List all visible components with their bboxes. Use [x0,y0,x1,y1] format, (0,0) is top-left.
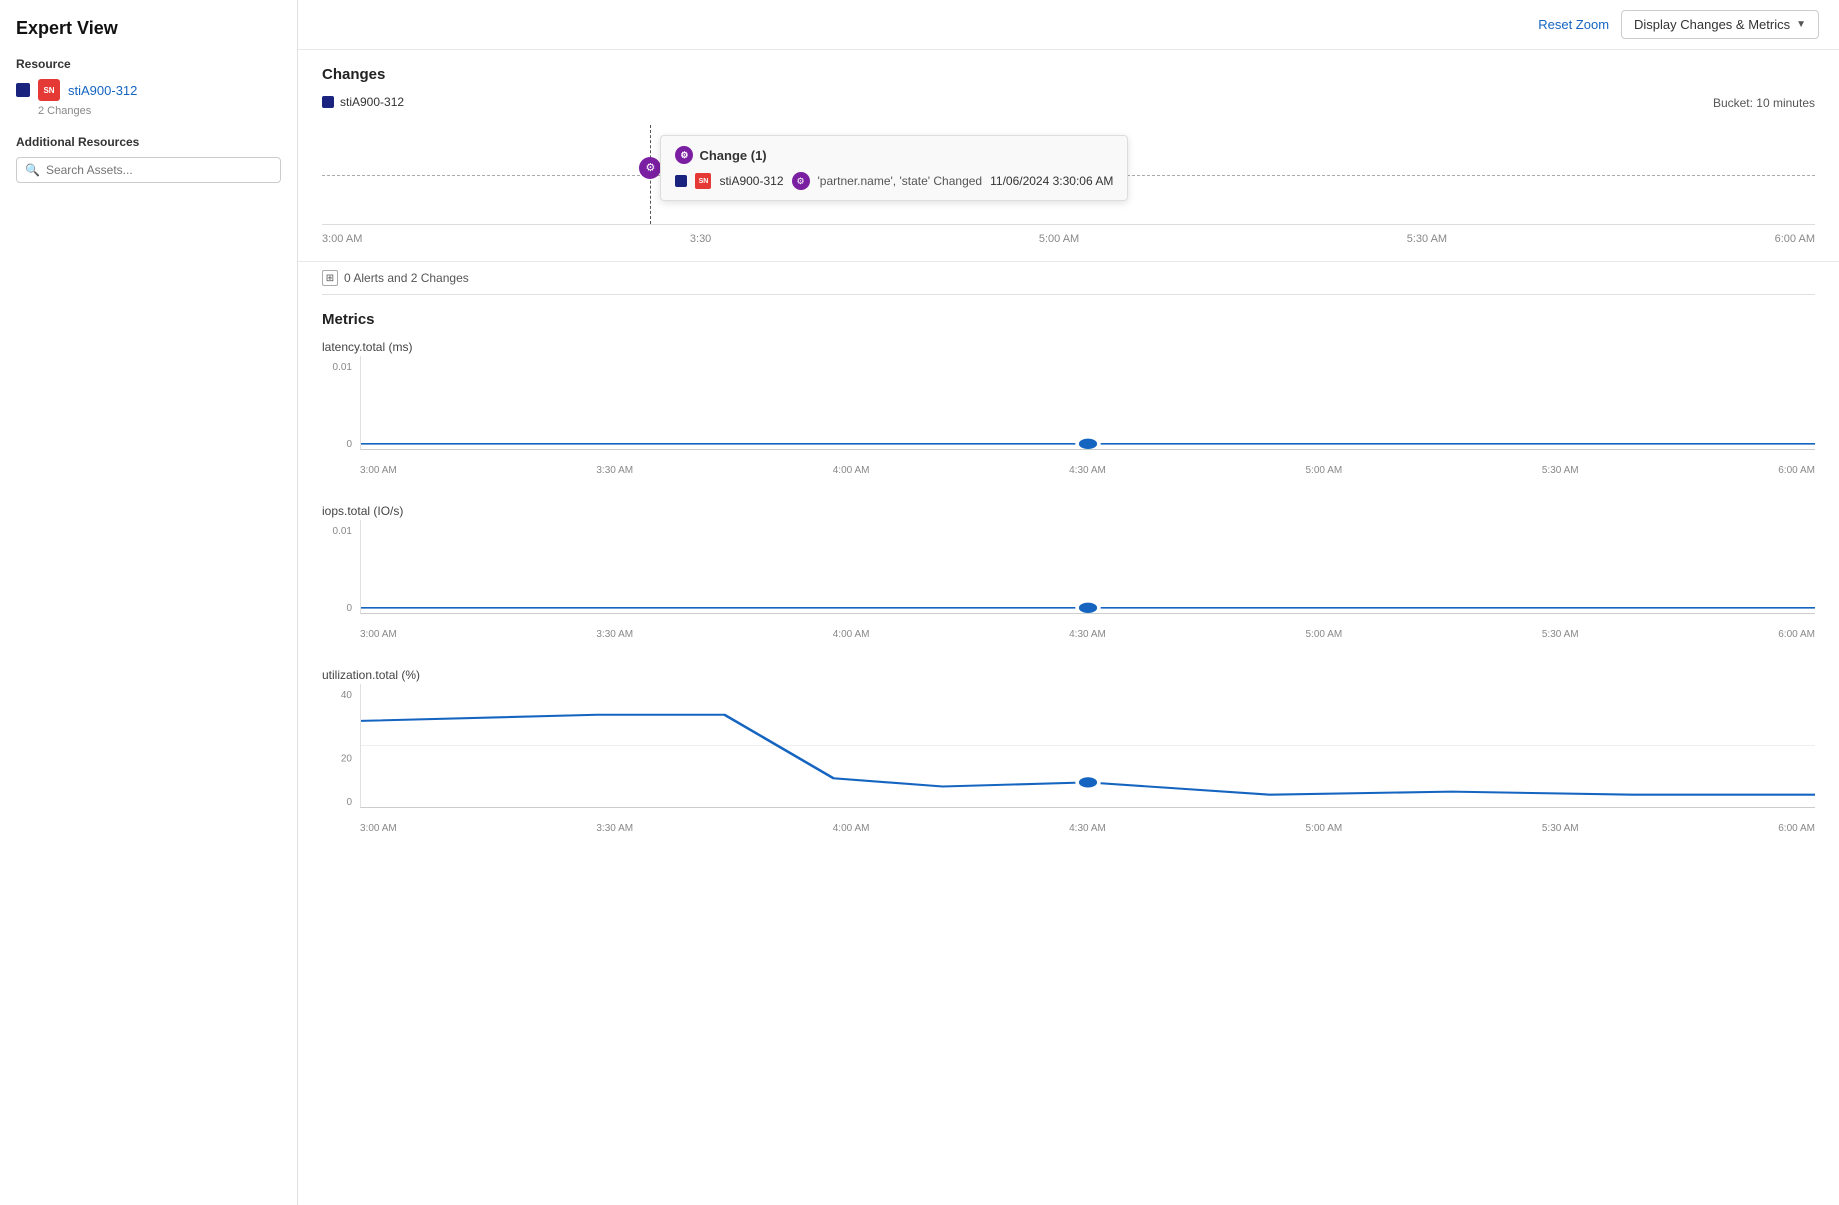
legend-label: stiA900-312 [340,95,404,109]
chevron-down-icon: ▼ [1796,19,1806,30]
utilization-svg [361,684,1815,807]
resource-icon-sn: SN [38,79,60,101]
tooltip-change-icon: ⚙ [675,146,693,164]
time-label-1: 3:30 [690,233,711,245]
utilization-chart-area: 40 20 0 3:00 AM 3:30 AM 4:0 [322,684,1815,834]
alerts-bar: ⊞ 0 Alerts and 2 Changes [298,261,1839,294]
iops-t3: 4:30 AM [1069,629,1106,640]
alerts-text: 0 Alerts and 2 Changes [344,271,469,285]
tooltip-row: SN stiA900-312 ⚙ 'partner.name', 'state'… [675,172,1113,190]
bucket-info: Bucket: 10 minutes [1713,96,1815,110]
tooltip-title: ⚙ Change (1) [675,146,1113,164]
iops-chart-inner [360,520,1815,614]
iops-title: iops.total (IO/s) [322,504,1815,518]
utilization-chart-block: utilization.total (%) 40 20 0 [322,668,1815,834]
util-y-mid: 20 [322,754,352,765]
latency-y-top: 0.01 [322,362,352,373]
sidebar: Expert View Resource SN stiA900-312 2 Ch… [0,0,298,1205]
latency-chart-inner [360,356,1815,450]
iops-t2: 4:00 AM [833,629,870,640]
latency-title: latency.total (ms) [322,340,1815,354]
display-changes-button[interactable]: Display Changes & Metrics ▼ [1621,10,1819,39]
tooltip-changed-text: 'partner.name', 'state' Changed [818,174,983,188]
iops-t0: 3:00 AM [360,629,397,640]
header-bar: Reset Zoom Display Changes & Metrics ▼ [298,0,1839,50]
latency-svg [361,356,1815,449]
time-label-2: 5:00 AM [1039,233,1079,245]
expand-icon[interactable]: ⊞ [322,270,338,286]
metrics-title: Metrics [322,311,1815,328]
iops-chart-block: iops.total (IO/s) 0.01 0 3:00 AM 3:30 AM… [322,504,1815,640]
changes-chart: ⚙ ⚙ ⚙ Change (1) SN stiA900-312 ⚙ 'partn… [322,125,1815,225]
iops-t4: 5:00 AM [1306,629,1343,640]
search-icon: 🔍 [25,163,40,177]
iops-time-axis: 3:00 AM 3:30 AM 4:00 AM 4:30 AM 5:00 AM … [360,629,1815,640]
util-t2: 4:00 AM [833,823,870,834]
latency-chart-block: latency.total (ms) 0.01 0 3:00 AM 3:30 A… [322,340,1815,476]
time-label-4: 6:00 AM [1775,233,1815,245]
latency-t3: 4:30 AM [1069,465,1106,476]
time-label-3: 5:30 AM [1407,233,1447,245]
tooltip-square [675,175,687,187]
resource-changes-count: 2 Changes [38,105,281,117]
latency-time-axis: 3:00 AM 3:30 AM 4:00 AM 4:30 AM 5:00 AM … [360,465,1815,476]
iops-t1: 3:30 AM [596,629,633,640]
metrics-section: Metrics latency.total (ms) 0.01 0 [298,295,1839,834]
display-changes-label: Display Changes & Metrics [1634,17,1790,32]
tooltip-change-type-icon: ⚙ [792,172,810,190]
changes-section: Changes stiA900-312 Bucket: 10 minutes ⚙… [298,50,1839,261]
latency-t4: 5:00 AM [1306,465,1343,476]
latency-chart-area: 0.01 0 3:00 AM 3:30 AM 4:00 AM 4:30 AM 5… [322,356,1815,476]
util-y-top: 40 [322,690,352,701]
iops-y-top: 0.01 [322,526,352,537]
latency-t5: 5:30 AM [1542,465,1579,476]
reset-zoom-button[interactable]: Reset Zoom [1538,17,1609,32]
iops-y-bottom: 0 [322,603,352,614]
time-label-0: 3:00 AM [322,233,362,245]
main-content: Reset Zoom Display Changes & Metrics ▼ C… [298,0,1839,1205]
change-marker-1[interactable]: ⚙ [639,157,661,179]
page-title: Expert View [16,18,281,39]
changes-time-axis: 3:00 AM 3:30 5:00 AM 5:30 AM 6:00 AM [322,229,1815,245]
util-t3: 4:30 AM [1069,823,1106,834]
latency-t0: 3:00 AM [360,465,397,476]
latency-y-bottom: 0 [322,439,352,450]
resource-icon-text: SN [43,86,54,95]
latency-t2: 4:00 AM [833,465,870,476]
change-tooltip: ⚙ Change (1) SN stiA900-312 ⚙ 'partner.n… [660,135,1128,201]
latency-t1: 3:30 AM [596,465,633,476]
iops-chart-area: 0.01 0 3:00 AM 3:30 AM 4:00 AM 4:30 AM 5… [322,520,1815,640]
iops-svg [361,520,1815,613]
iops-t5: 5:30 AM [1542,629,1579,640]
resource-color-square [16,83,30,97]
utilization-title: utilization.total (%) [322,668,1815,682]
resource-label: Resource [16,57,281,71]
changes-legend: stiA900-312 [322,95,404,109]
util-t0: 3:00 AM [360,823,397,834]
utilization-time-axis: 3:00 AM 3:30 AM 4:00 AM 4:30 AM 5:00 AM … [360,823,1815,834]
utilization-chart-inner [360,684,1815,808]
latency-t6: 6:00 AM [1778,465,1815,476]
search-input[interactable] [46,163,272,177]
resource-item: SN stiA900-312 [16,79,281,101]
legend-square [322,96,334,108]
tooltip-resource: stiA900-312 [719,174,783,188]
iops-t6: 6:00 AM [1778,629,1815,640]
util-y-bottom: 0 [322,797,352,808]
util-t4: 5:00 AM [1306,823,1343,834]
tooltip-time: 11/06/2024 3:30:06 AM [990,174,1113,188]
tooltip-res-badge: SN [695,173,711,189]
additional-resources-label: Additional Resources [16,135,281,149]
util-t1: 3:30 AM [596,823,633,834]
resource-name-link[interactable]: stiA900-312 [68,83,137,98]
changes-title: Changes [322,66,1815,83]
change-icon-1: ⚙ [639,157,661,179]
util-t6: 6:00 AM [1778,823,1815,834]
util-t5: 5:30 AM [1542,823,1579,834]
search-assets-box[interactable]: 🔍 [16,157,281,183]
